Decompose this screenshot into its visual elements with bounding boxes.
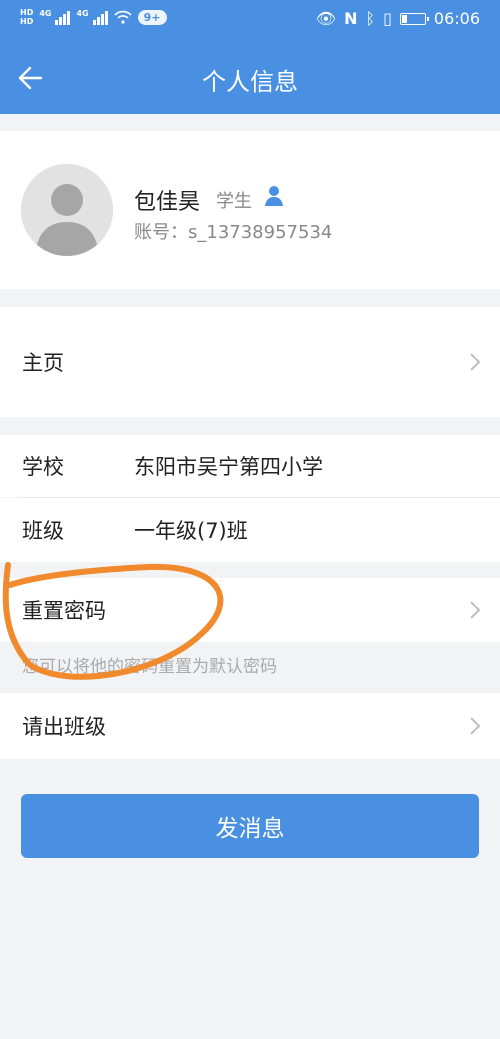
bluetooth-icon: ᛒ <box>365 9 376 28</box>
net1-label: 4G <box>39 9 52 18</box>
person-icon <box>265 186 283 206</box>
reset-password-row[interactable]: 重置密码 <box>0 578 500 642</box>
hd-indicator: HD HD <box>20 8 33 26</box>
vibrate-icon: ▯ <box>383 9 392 28</box>
page-title: 个人信息 <box>202 68 298 96</box>
class-label: 班级 <box>22 519 64 543</box>
home-label: 主页 <box>22 351 64 375</box>
battery-icon <box>399 12 429 25</box>
header: 个人信息 <box>0 40 500 114</box>
avatar[interactable] <box>21 164 113 256</box>
nfc-icon: N <box>344 9 358 28</box>
reset-password-hint: 您可以将他的密码重置为默认密码 <box>22 657 277 677</box>
remove-from-class-row[interactable]: 请出班级 <box>0 693 500 759</box>
time-label: 06:06 <box>433 9 480 28</box>
top-bar: HD HD 4G 4G 9+ 👁 N ᛒ ▯ 06:06 个人信息 <box>0 0 500 114</box>
user-name: 包佳昊 <box>134 190 201 215</box>
school-value: 东阳市吴宁第四小学 <box>134 455 323 479</box>
default-avatar-icon <box>21 164 113 256</box>
chevron-right-icon <box>470 353 481 371</box>
remove-from-class-label: 请出班级 <box>22 715 106 739</box>
class-value: 一年级(7)班 <box>134 519 248 543</box>
chevron-right-icon <box>470 601 481 619</box>
status-bar: HD HD 4G 4G 9+ 👁 N ᛒ ▯ 06:06 <box>0 0 500 40</box>
eye-icon: 👁 <box>315 9 337 28</box>
hd-bottom-label: HD <box>20 17 34 26</box>
school-row: 学校 东阳市吴宁第四小学 <box>0 435 500 497</box>
wifi-icon <box>114 10 132 24</box>
send-message-button[interactable]: 发消息 <box>21 794 479 858</box>
account-id: 账号：s_13738957534 <box>134 222 333 243</box>
home-row[interactable]: 主页 <box>0 307 500 417</box>
class-row: 班级 一年级(7)班 <box>0 498 500 562</box>
chevron-right-icon <box>470 717 481 735</box>
profile-card: 包佳昊 学生 账号：s_13738957534 <box>0 131 500 289</box>
user-role: 学生 <box>216 191 252 212</box>
status-right: 👁 N ᛒ ▯ 06:06 <box>316 9 480 28</box>
signal-icon <box>92 9 108 25</box>
status-left: HD HD 4G 4G 9+ <box>20 8 167 26</box>
school-label: 学校 <box>22 455 64 479</box>
signal-icon <box>55 9 71 25</box>
reset-password-label: 重置密码 <box>22 599 106 623</box>
net2-label: 4G <box>76 9 89 18</box>
notification-badge: 9+ <box>137 9 167 25</box>
hd-top-label: HD <box>20 8 34 17</box>
